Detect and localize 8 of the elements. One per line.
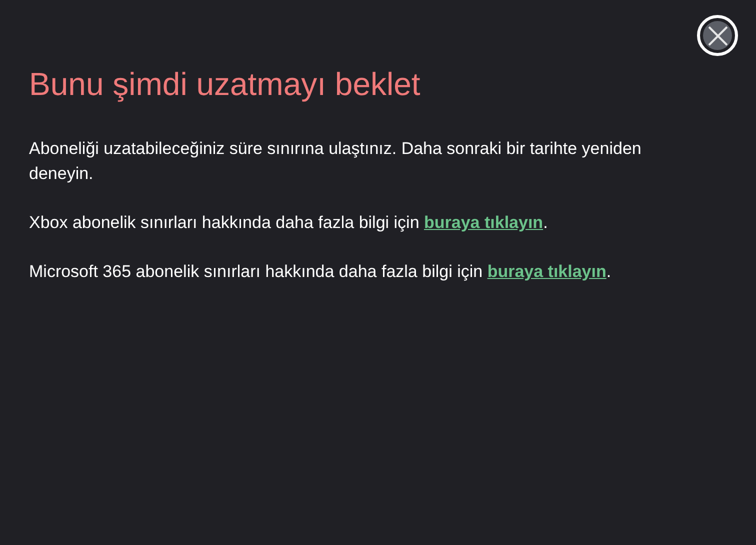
link[interactable]: buraya tıklayın: [424, 213, 544, 232]
link[interactable]: buraya tıklayın: [487, 262, 606, 281]
dialog-title: Bunu şimdi uzatmayı beklet: [29, 65, 422, 104]
message-text: Xbox abonelik sınırları hakkında daha fazla bilgi için buraya tıklayın.: [29, 212, 549, 234]
message-text: Microsoft 365 abonelik sınırları hakkında daha fazla bilgi için buraya tıklayın.: [29, 261, 612, 283]
close-icon: [703, 21, 732, 50]
message-text: Aboneliği uzatabileceğiniz süre sınırına ulaştınız. Daha sonraki bir tarihte yeniden deneyin.: [29, 138, 642, 185]
close-button[interactable]: [697, 15, 738, 56]
